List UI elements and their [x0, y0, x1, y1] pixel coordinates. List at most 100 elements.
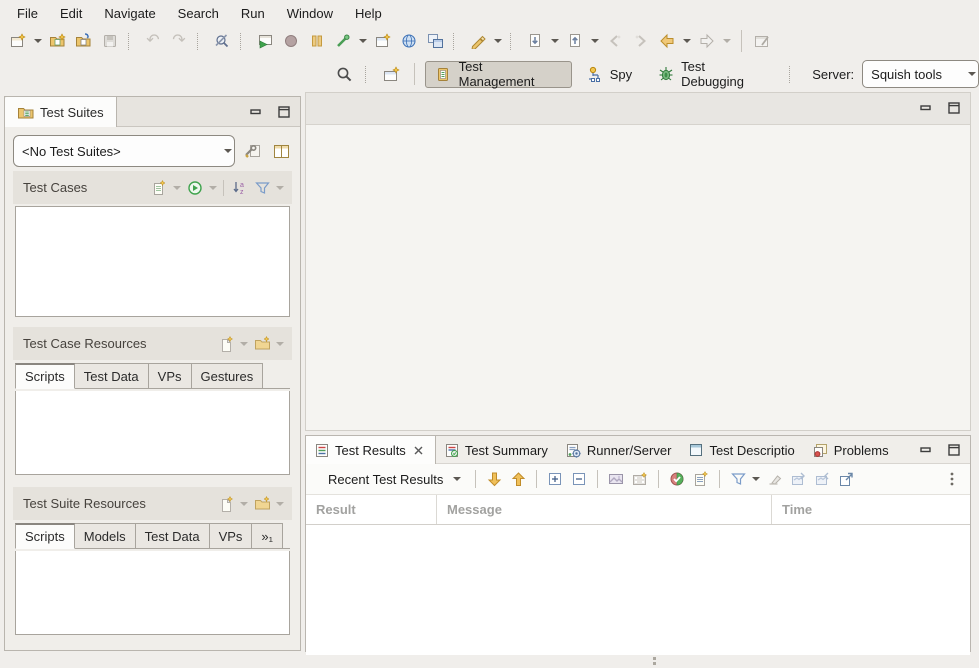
- tab-runner-server[interactable]: Runner/Server: [557, 436, 681, 464]
- launch-button[interactable]: [466, 29, 490, 53]
- show-video-button[interactable]: [628, 467, 652, 491]
- new-resource-file-caret[interactable]: [240, 342, 248, 346]
- new-resource-folder-caret[interactable]: [276, 342, 284, 346]
- new-suite-resource-file-button[interactable]: [215, 493, 237, 515]
- forward-button[interactable]: [695, 29, 719, 53]
- server-combo[interactable]: Squish tools: [862, 60, 979, 88]
- picker-button[interactable]: [331, 29, 355, 53]
- minimize-bottom-panel-button[interactable]: [918, 442, 934, 458]
- save-button[interactable]: [98, 29, 122, 53]
- redo-button[interactable]: ↷: [167, 29, 191, 53]
- new-test-suite-button[interactable]: [46, 29, 70, 53]
- column-message[interactable]: Message: [437, 495, 772, 524]
- filter-results-caret[interactable]: [752, 477, 760, 481]
- previous-annotation-caret[interactable]: [591, 39, 599, 43]
- new-test-case-button[interactable]: [148, 177, 170, 199]
- previous-failure-button[interactable]: [506, 467, 530, 491]
- tab-scripts[interactable]: Scripts: [15, 363, 75, 389]
- tab-models[interactable]: Models: [75, 523, 136, 549]
- tab-problems[interactable]: Problems: [804, 436, 898, 464]
- verify-results-button[interactable]: [665, 467, 689, 491]
- menu-search[interactable]: Search: [167, 2, 230, 25]
- launch-dropdown-caret[interactable]: [494, 39, 502, 43]
- next-edit-location-button[interactable]: [629, 29, 653, 53]
- forward-dropdown-caret[interactable]: [723, 39, 731, 43]
- back-button[interactable]: [655, 29, 679, 53]
- tab-suite-vps[interactable]: VPs: [210, 523, 253, 549]
- collapse-all-button[interactable]: [567, 467, 591, 491]
- maximize-editor-button[interactable]: [946, 100, 962, 116]
- tab-test-data[interactable]: Test Data: [75, 363, 149, 389]
- tab-test-suites[interactable]: Test Suites: [5, 97, 117, 127]
- test-case-resources-list[interactable]: [15, 391, 290, 475]
- new-view-button[interactable]: [371, 29, 395, 53]
- new-test-case-caret[interactable]: [173, 186, 181, 190]
- new-suite-resource-file-caret[interactable]: [240, 502, 248, 506]
- clear-results-button[interactable]: [762, 467, 786, 491]
- next-annotation-button[interactable]: [523, 29, 547, 53]
- new-dropdown-caret[interactable]: [34, 39, 42, 43]
- new-button[interactable]: [6, 29, 30, 53]
- sort-test-cases-button[interactable]: az: [228, 177, 250, 199]
- column-result[interactable]: Result: [306, 495, 437, 524]
- maximize-bottom-panel-button[interactable]: [946, 442, 962, 458]
- new-report-button[interactable]: [689, 467, 713, 491]
- tab-test-results[interactable]: Test Results: [305, 436, 436, 464]
- test-cases-list[interactable]: [15, 206, 290, 317]
- minimize-editor-button[interactable]: [918, 100, 934, 116]
- filter-test-cases-button[interactable]: [251, 177, 273, 199]
- previous-annotation-button[interactable]: [563, 29, 587, 53]
- picker-dropdown-caret[interactable]: [359, 39, 367, 43]
- back-dropdown-caret[interactable]: [683, 39, 691, 43]
- next-failure-button[interactable]: [482, 467, 506, 491]
- menu-edit[interactable]: Edit: [49, 2, 93, 25]
- perspective-spy[interactable]: Spy: [576, 61, 643, 88]
- open-external-button[interactable]: [834, 467, 858, 491]
- menu-help[interactable]: Help: [344, 2, 393, 25]
- open-test-suite-button[interactable]: [72, 29, 96, 53]
- run-test-button[interactable]: [253, 29, 277, 53]
- next-annotation-caret[interactable]: [551, 39, 559, 43]
- web-browser-button[interactable]: [397, 29, 421, 53]
- record-button[interactable]: [279, 29, 303, 53]
- new-suite-resource-folder-caret[interactable]: [276, 502, 284, 506]
- maximize-view-button[interactable]: [276, 104, 292, 120]
- menu-run[interactable]: Run: [230, 2, 276, 25]
- filter-results-button[interactable]: [726, 467, 750, 491]
- pin-editor-button[interactable]: [750, 29, 774, 53]
- menu-window[interactable]: Window: [276, 2, 344, 25]
- new-resource-folder-button[interactable]: [251, 333, 273, 355]
- tab-gestures[interactable]: Gestures: [192, 363, 264, 389]
- open-perspective-button[interactable]: [380, 62, 404, 86]
- tab-test-summary[interactable]: Test Summary: [436, 436, 557, 464]
- filter-test-cases-caret[interactable]: [276, 186, 284, 190]
- results-table-body[interactable]: [306, 525, 970, 655]
- new-resource-file-button[interactable]: [215, 333, 237, 355]
- expand-all-button[interactable]: [543, 467, 567, 491]
- suite-settings-button[interactable]: [243, 140, 264, 162]
- view-menu-button[interactable]: [940, 467, 964, 491]
- menu-file[interactable]: File: [6, 2, 49, 25]
- undo-button[interactable]: ↶: [141, 29, 165, 53]
- column-time[interactable]: Time: [772, 495, 970, 524]
- last-edit-location-button[interactable]: [603, 29, 627, 53]
- perspective-test-management[interactable]: Test Management: [425, 61, 572, 88]
- recent-results-dropdown[interactable]: Recent Test Results: [322, 469, 469, 490]
- perspective-test-debugging[interactable]: Test Debugging: [647, 61, 781, 88]
- suite-combo[interactable]: <No Test Suites>: [13, 135, 235, 167]
- run-test-cases-button[interactable]: [184, 177, 206, 199]
- tab-test-description[interactable]: Test Descriptio: [680, 436, 803, 464]
- close-test-results-icon[interactable]: [412, 443, 426, 457]
- pick-object-button[interactable]: [210, 29, 234, 53]
- minimize-view-button[interactable]: [248, 104, 264, 120]
- export-results-button[interactable]: [810, 467, 834, 491]
- tab-vps[interactable]: VPs: [149, 363, 192, 389]
- new-suite-resource-folder-button[interactable]: [251, 493, 273, 515]
- tab-suite-test-data[interactable]: Test Data: [136, 523, 210, 549]
- search-button[interactable]: [333, 62, 357, 86]
- sash-handle[interactable]: [650, 655, 658, 667]
- import-results-button[interactable]: [786, 467, 810, 491]
- menu-navigate[interactable]: Navigate: [93, 2, 166, 25]
- tab-suite-scripts[interactable]: Scripts: [15, 523, 75, 549]
- tab-overflow[interactable]: »₁: [252, 523, 283, 549]
